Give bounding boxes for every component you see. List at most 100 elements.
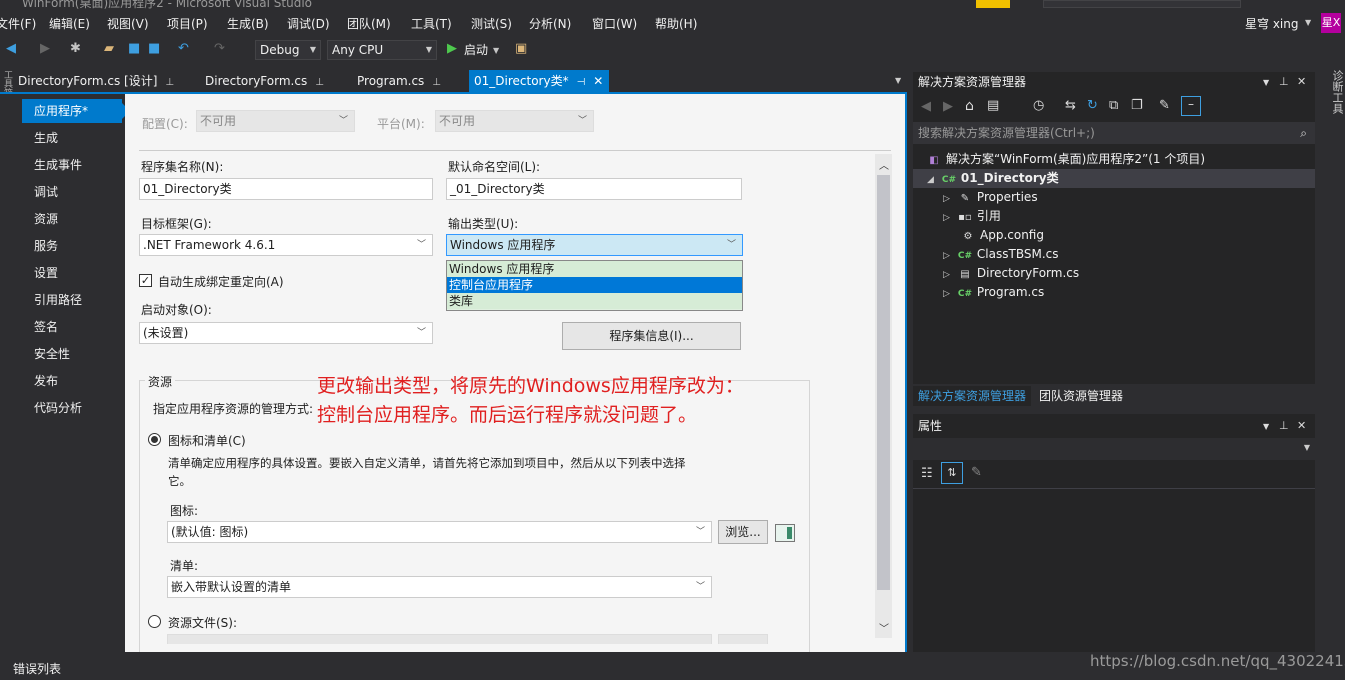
tree-item-properties[interactable]: ▷ ✎ Properties [943, 188, 1038, 207]
props-close-icon[interactable]: ✕ [1297, 419, 1306, 432]
default-namespace-input[interactable]: _01_Directory类 [446, 178, 742, 200]
preview-selected-icon[interactable]: – [1181, 96, 1201, 116]
nav-security[interactable]: 安全性 [22, 342, 122, 366]
nav-build-events[interactable]: 生成事件 [22, 153, 122, 177]
se-search-input[interactable]: 搜索解决方案资源管理器(Ctrl+;) ⌕ [913, 122, 1315, 144]
output-type-dropdown[interactable]: Windows 应用程序 ﹀ [446, 234, 743, 256]
user-avatar[interactable]: 星X [1321, 13, 1341, 33]
user-dropdown-icon[interactable]: ▼ [1305, 18, 1311, 27]
option-class-library[interactable]: 类库 [447, 293, 742, 309]
sync-icon[interactable]: ⇆ [1065, 98, 1076, 113]
pin-icon[interactable]: ⊥ [315, 77, 324, 88]
startup-object-dropdown[interactable]: (未设置) ﹀ [139, 322, 433, 344]
nav-code-analysis[interactable]: 代码分析 [22, 396, 122, 420]
close-icon[interactable]: ✕ [593, 74, 603, 88]
nav-signing[interactable]: 签名 [22, 315, 122, 339]
error-list-tab[interactable]: 错误列表 [13, 660, 61, 677]
browse-button[interactable]: 浏览... [718, 520, 768, 544]
se-close-icon[interactable]: ✕ [1297, 75, 1306, 88]
property-pages-icon[interactable]: ✎ [971, 465, 982, 480]
nav-reference-paths[interactable]: 引用路径 [22, 288, 122, 312]
nav-publish[interactable]: 发布 [22, 369, 122, 393]
nav-build[interactable]: 生成 [22, 126, 122, 150]
option-windows-app[interactable]: Windows 应用程序 [447, 261, 742, 277]
open-file-icon[interactable]: ▰ [104, 41, 114, 56]
user-name[interactable]: 星穹 xing [1245, 15, 1298, 32]
tree-item-classtbsm[interactable]: ▷ C# ClassTBSM.cs [943, 245, 1058, 264]
scroll-thumb[interactable] [877, 175, 890, 590]
menu-test[interactable]: 测试(S) [471, 15, 512, 32]
menu-help[interactable]: 帮助(H) [655, 15, 697, 32]
alphabetical-icon[interactable]: ⇅ [941, 462, 963, 484]
target-framework-dropdown[interactable]: .NET Framework 4.6.1 ﹀ [139, 234, 433, 256]
scroll-up-icon[interactable]: ︿ [879, 157, 889, 172]
start-dropdown-icon[interactable]: ▼ [493, 46, 499, 55]
props-pin-icon[interactable]: ⊥ [1279, 419, 1289, 432]
manifest-dropdown[interactable]: 嵌入带默认设置的清单 ﹀ [167, 576, 712, 598]
menu-edit[interactable]: 编辑(E) [49, 15, 90, 32]
back-icon[interactable]: ◀ [6, 41, 16, 56]
nav-resources[interactable]: 资源 [22, 207, 122, 231]
icon-dropdown[interactable]: (默认值: 图标) ﹀ [167, 521, 712, 543]
tree-item-directoryform[interactable]: ▷ ▤ DirectoryForm.cs [943, 264, 1079, 283]
assembly-info-button[interactable]: 程序集信息(I)... [562, 322, 741, 350]
menu-view[interactable]: 视图(V) [107, 15, 149, 32]
search-icon[interactable]: ⌕ [1300, 122, 1307, 144]
menu-team[interactable]: 团队(M) [347, 15, 391, 32]
props-menu-icon[interactable]: ▼ [1263, 422, 1269, 431]
pin-icon[interactable]: ⊥ [432, 77, 441, 88]
pin-icon[interactable]: ⊥ [165, 77, 174, 88]
nav-application[interactable]: 应用程序* [22, 99, 130, 123]
menu-debug[interactable]: 调试(D) [287, 15, 330, 32]
history-icon[interactable]: ◷ [1033, 98, 1044, 113]
platform-combo[interactable]: Any CPU ▼ [327, 40, 437, 60]
properties-object-combo[interactable]: ▼ [913, 438, 1315, 460]
se-menu-icon[interactable]: ▼ [1263, 78, 1269, 87]
nav-services[interactable]: 服务 [22, 234, 122, 258]
tab-program[interactable]: Program.cs ⊥ [339, 70, 467, 92]
menu-analyze[interactable]: 分析(N) [529, 15, 571, 32]
properties-wrench-icon[interactable]: ✎ [1159, 98, 1170, 113]
project-node[interactable]: ◢ C# 01_Directory类 [913, 169, 1315, 188]
menu-window[interactable]: 窗口(W) [592, 15, 637, 32]
menu-project[interactable]: 项目(P) [167, 15, 208, 32]
switch-views-icon[interactable]: ▤ [987, 98, 999, 113]
undo-icon[interactable]: ↶ [178, 41, 189, 56]
se-pin-icon[interactable]: ⊥ [1279, 75, 1289, 88]
new-project-icon[interactable]: ✱ [70, 41, 81, 56]
tab-overflow-icon[interactable]: ▼ [895, 76, 901, 85]
config-combo[interactable]: Debug ▼ [255, 40, 321, 60]
tree-item-references[interactable]: ▷ ▪▫ 引用 [943, 207, 1001, 226]
redo-icon[interactable]: ↷ [214, 41, 225, 56]
notification-icon[interactable] [976, 0, 1010, 8]
nav-settings[interactable]: 设置 [22, 261, 122, 285]
option-console-app[interactable]: 控制台应用程序 [447, 277, 742, 293]
tab-designer[interactable]: DirectoryForm.cs [设计] ⊥ [0, 70, 188, 92]
autobind-checkbox[interactable]: ✓ [139, 274, 152, 287]
tab-solution-explorer[interactable]: 解决方案资源管理器 [913, 386, 1032, 406]
scroll-down-icon[interactable]: ﹀ [879, 620, 889, 635]
assembly-name-input[interactable]: 01_Directory类 [139, 178, 433, 200]
menu-build[interactable]: 生成(B) [227, 15, 269, 32]
tree-item-appconfig[interactable]: ⚙ App.config [961, 226, 1044, 245]
collapse-all-icon[interactable]: ⧉ [1109, 98, 1118, 113]
icon-manifest-radio[interactable] [148, 433, 161, 446]
save-icon[interactable]: ■ [128, 41, 140, 56]
tab-team-explorer[interactable]: 团队资源管理器 [1034, 386, 1128, 406]
pin-icon[interactable]: ⊣ [577, 77, 586, 88]
find-icon[interactable]: ▣ [515, 41, 527, 56]
show-all-files-icon[interactable]: ❐ [1131, 98, 1143, 113]
start-button[interactable]: 启动 [464, 41, 488, 58]
se-forward-icon[interactable]: ▶ [943, 99, 953, 114]
home-icon[interactable]: ⌂ [965, 98, 974, 114]
tab-project-properties[interactable]: 01_Directory类* ⊣ ✕ [469, 70, 609, 92]
tree-item-program[interactable]: ▷ C# Program.cs [943, 283, 1044, 302]
se-back-icon[interactable]: ◀ [921, 99, 931, 114]
nav-debug[interactable]: 调试 [22, 180, 122, 204]
resource-file-radio[interactable] [148, 615, 161, 628]
menu-tools[interactable]: 工具(T) [411, 15, 452, 32]
diagnostic-tools-strip[interactable]: 诊断工具 [1317, 70, 1345, 130]
start-icon[interactable]: ▶ [447, 41, 457, 56]
menu-file[interactable]: 文件(F) [0, 15, 36, 32]
solution-node[interactable]: ◧ 解决方案“WinForm(桌面)应用程序2”(1 个项目) [927, 150, 1205, 169]
